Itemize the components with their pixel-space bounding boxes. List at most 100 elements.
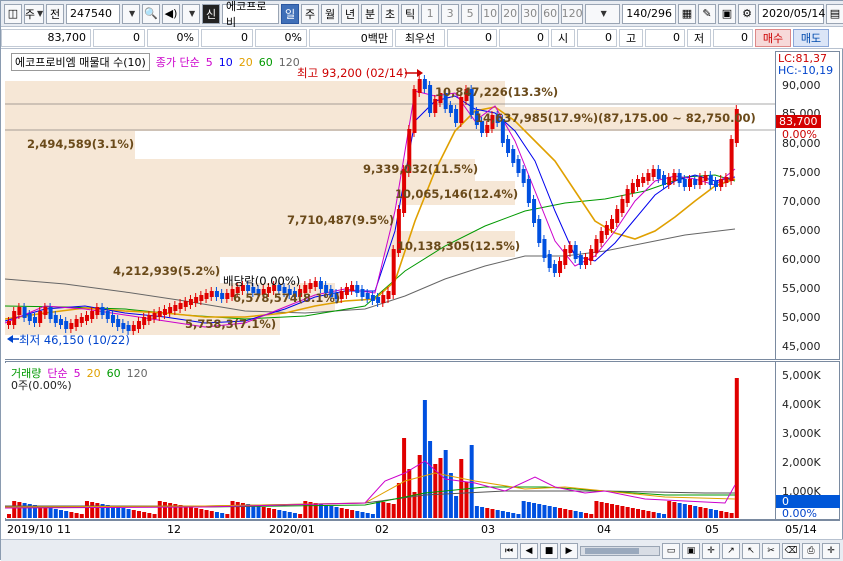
candle-body: [428, 85, 433, 113]
vol-current-pct: 0.00%: [782, 507, 817, 520]
price-pane[interactable]: 에코프로비엠 매물대 수(10) 종가 단순 5 10 20 60 120 최고…: [5, 51, 775, 359]
candle-body: [194, 297, 199, 303]
date-field[interactable]: 2020/05/14: [758, 3, 825, 24]
count-field[interactable]: 140/296: [622, 3, 676, 24]
cursor-icon[interactable]: ↖: [742, 542, 760, 559]
candle-body: [22, 307, 27, 318]
stop-icon[interactable]: ■: [540, 542, 558, 559]
high-label: 고: [625, 31, 637, 45]
sound-icon[interactable]: ◀): [162, 3, 181, 24]
crosshair-icon[interactable]: ✛: [702, 542, 720, 559]
volume-bar: [43, 507, 48, 518]
period-week-button[interactable]: 주: [301, 3, 320, 24]
interval-custom-select[interactable]: ▼: [585, 3, 621, 24]
period-year-button[interactable]: 년: [341, 3, 360, 24]
gear-icon[interactable]: ⚙: [738, 3, 756, 24]
volume-bar: [381, 502, 386, 518]
interval-5-button[interactable]: 5: [461, 3, 480, 24]
interval-10-button[interactable]: 10: [481, 3, 500, 24]
calendar-icon[interactable]: ▤: [826, 3, 843, 24]
more-icon[interactable]: ✛: [822, 542, 840, 559]
layout-icon[interactable]: ◫: [4, 3, 22, 24]
volume-bar: [589, 514, 594, 518]
volume-bar: [292, 513, 297, 518]
candle-body: [620, 199, 625, 213]
grid-icon[interactable]: ▦: [678, 3, 696, 24]
draw-icon[interactable]: ✎: [698, 3, 716, 24]
interval-3-button[interactable]: 3: [441, 3, 460, 24]
chevron-down-icon: ▼: [128, 9, 136, 18]
interval-1-button[interactable]: 1: [421, 3, 440, 24]
volume-pane[interactable]: 거래량 단순 5 20 60 120 0주(0.00%): [5, 363, 775, 518]
volume-bar: [376, 501, 381, 518]
candle-body: [339, 291, 344, 299]
current-price: 83,700: [47, 31, 87, 44]
more-dropdown-button[interactable]: ▼: [182, 3, 201, 24]
scroll-right-icon[interactable]: ▶: [560, 542, 578, 559]
volume-bar: [500, 511, 505, 518]
volume-bar: [422, 400, 427, 518]
stock-code-input[interactable]: 247540: [66, 3, 121, 24]
vol-ma5-line: [5, 460, 736, 509]
profile-label: 7,710,487(9.5%): [287, 213, 395, 227]
interval-30-button[interactable]: 30: [521, 3, 540, 24]
volume-axis[interactable]: 5,000K 4,000K 3,000K 2,000K 1,000K 0 0.0…: [775, 361, 840, 520]
volume-bar: [360, 512, 365, 518]
chart-scrollbar[interactable]: [580, 545, 660, 556]
interval-120-button[interactable]: 120: [561, 3, 584, 24]
volume-bar: [615, 505, 620, 518]
market-select[interactable]: 주 ▼: [24, 3, 45, 24]
volume-bar: [251, 505, 256, 518]
scroll-left-icon[interactable]: ◀: [520, 542, 538, 559]
high-label-cell: 고: [619, 28, 643, 47]
candle-body: [422, 79, 427, 89]
volume-bar: [558, 508, 563, 518]
volume-pct-cell: 0%: [255, 28, 307, 47]
candle-body: [43, 307, 48, 315]
ma20-label: 20: [238, 55, 253, 69]
print-icon[interactable]: ⎙: [802, 542, 820, 559]
profile-label: 4,212,939(5.2%): [113, 264, 221, 278]
candle-body: [547, 254, 552, 268]
candle-body: [100, 307, 105, 315]
scroll-first-icon[interactable]: ⏮: [500, 542, 518, 559]
volume-bar: [521, 501, 526, 518]
zoom-out-icon[interactable]: ▭: [662, 542, 680, 559]
price-axis[interactable]: LC:81,37 HC:-10,19 90,000 85,000 83,700 …: [775, 51, 840, 360]
interval-20-button[interactable]: 20: [501, 3, 520, 24]
current-price-tag: 83,700: [776, 115, 821, 128]
volume-bar: [204, 510, 209, 518]
period-minute-button[interactable]: 분: [361, 3, 380, 24]
volume-bar: [495, 510, 500, 518]
vol-y-tick: 5,000K: [782, 369, 821, 382]
zoom-in-icon[interactable]: ▣: [682, 542, 700, 559]
sell-button[interactable]: 매도: [793, 28, 829, 47]
period-day-button[interactable]: 일: [281, 3, 300, 24]
volume-bar: [214, 512, 219, 518]
indicator-title[interactable]: 에코프로비엠 매물대 수(10): [11, 53, 150, 71]
search-icon[interactable]: 🔍: [142, 3, 161, 24]
volume-bar: [162, 502, 167, 518]
period-second-button[interactable]: 초: [381, 3, 400, 24]
high-arrow-head: [417, 69, 423, 77]
candle-body: [365, 293, 370, 299]
buy-button[interactable]: 매수: [755, 28, 791, 47]
vol-ma5-label: 5: [73, 366, 81, 380]
candle-body: [74, 319, 79, 327]
candle-body: [542, 239, 547, 258]
volume-bar: [157, 501, 162, 518]
volume-bar: [443, 450, 448, 518]
volume-bar: [230, 501, 235, 518]
trend-icon[interactable]: ↗: [722, 542, 740, 559]
prev-button[interactable]: 전: [46, 3, 65, 24]
code-dropdown-button[interactable]: ▼: [122, 3, 141, 24]
candle-body: [630, 183, 635, 193]
interval-60-button[interactable]: 60: [541, 3, 560, 24]
period-month-button[interactable]: 월: [321, 3, 340, 24]
stock-name: 에코프로비: [226, 0, 267, 29]
save-icon[interactable]: ▣: [718, 3, 736, 24]
eraser-icon[interactable]: ⌫: [782, 542, 800, 559]
period-tick-button[interactable]: 틱: [401, 3, 420, 24]
candle-body: [64, 321, 69, 329]
cut-icon[interactable]: ✂: [762, 542, 780, 559]
